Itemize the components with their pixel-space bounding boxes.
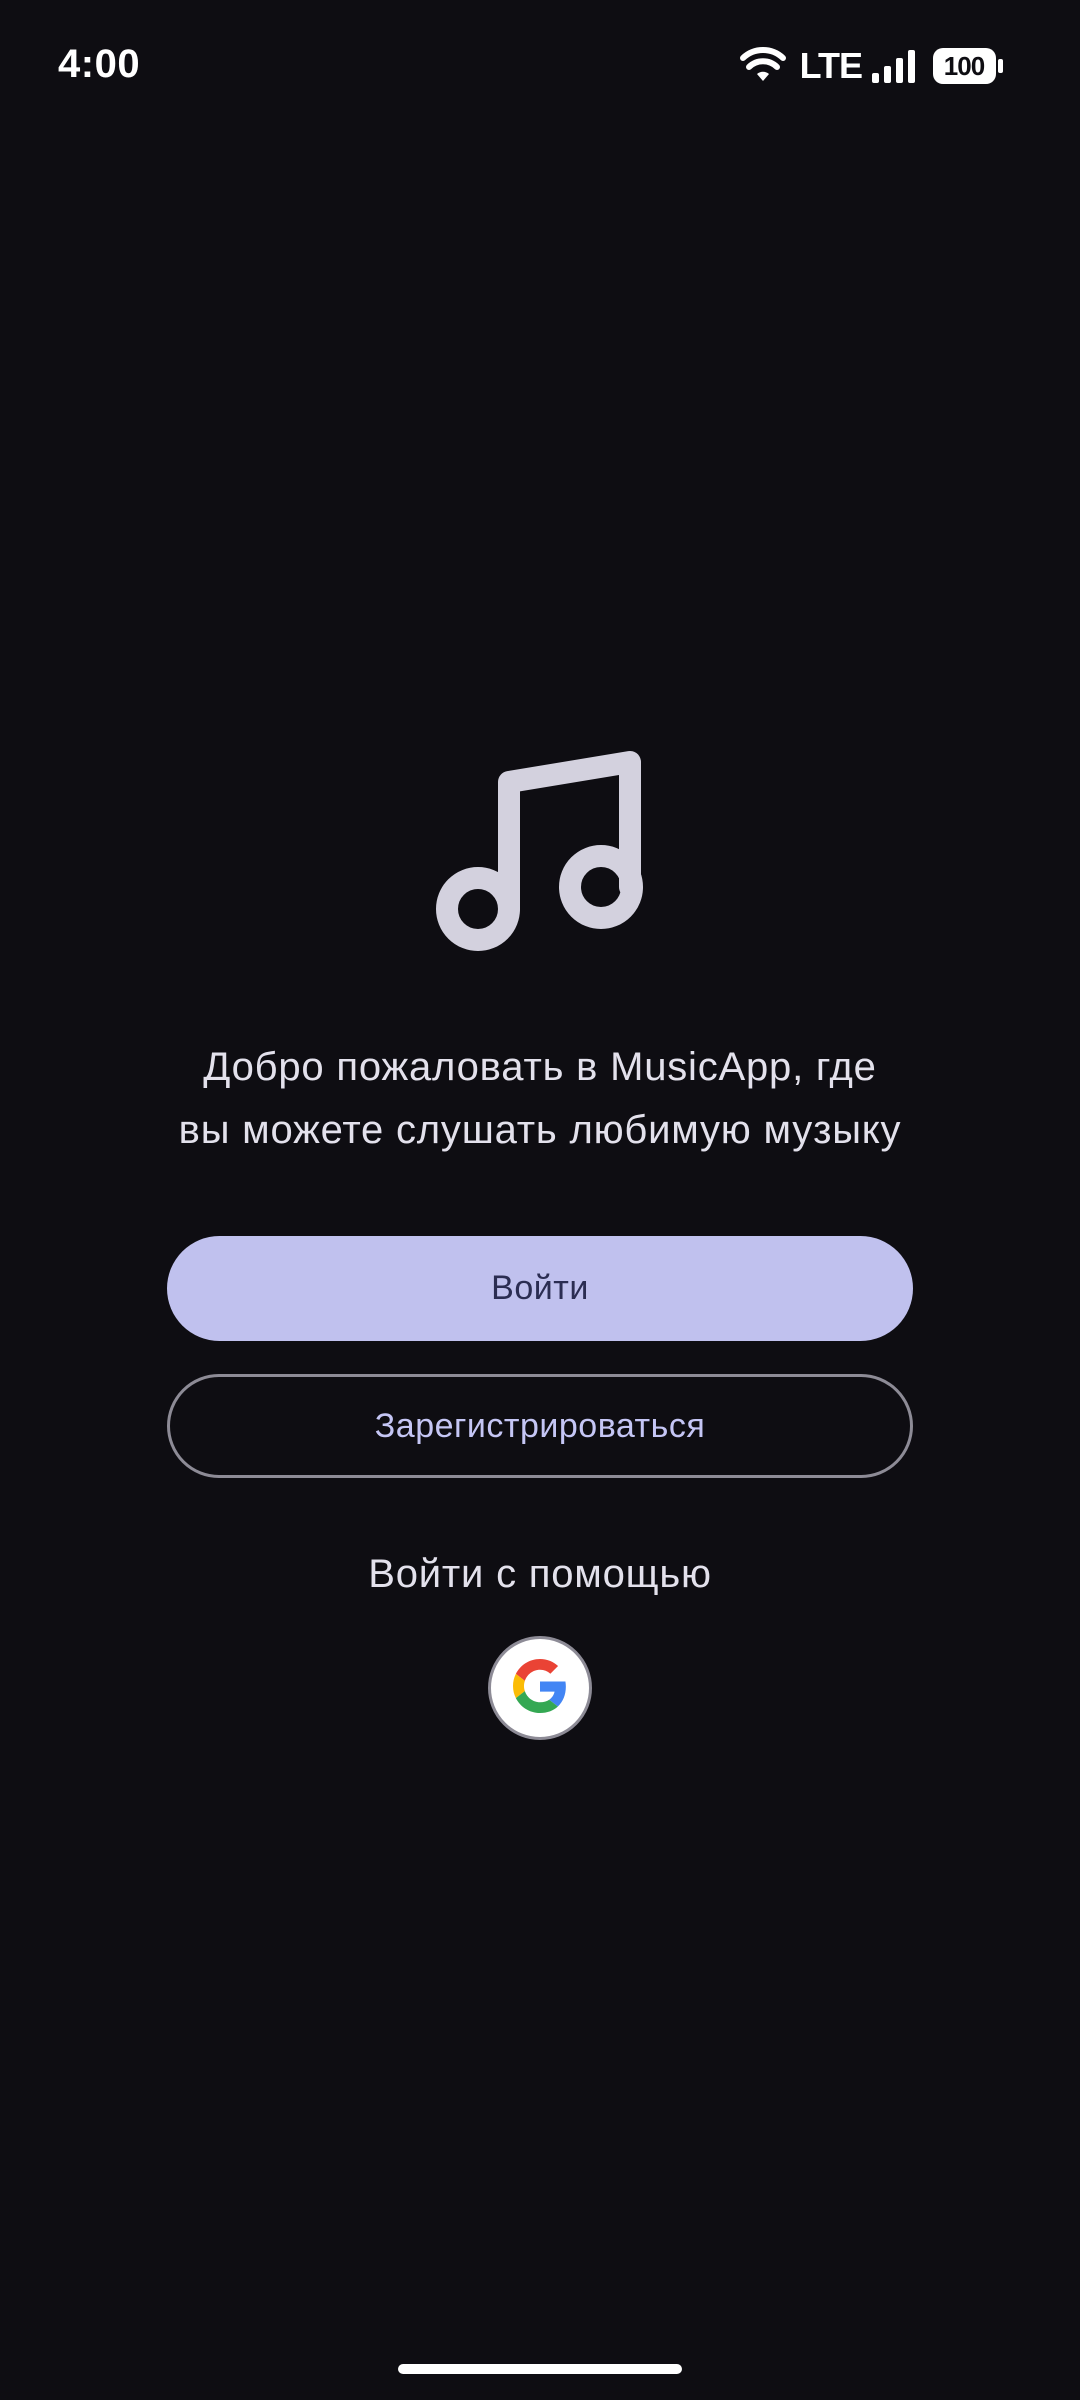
welcome-line-2: вы можете слушать любимую музыку xyxy=(178,1108,902,1152)
battery-level: 100 xyxy=(943,51,985,81)
register-button[interactable]: Зарегистрироваться xyxy=(167,1374,913,1478)
welcome-screen: 4:00 LTE 100 Добро пожаловать в MusicApp… xyxy=(0,0,1080,2400)
status-icons: LTE 100 xyxy=(739,44,1004,88)
home-indicator[interactable] xyxy=(398,2364,682,2374)
network-type-label: LTE xyxy=(799,45,863,86)
google-sign-in-button[interactable] xyxy=(488,1636,592,1740)
wifi-icon xyxy=(739,47,786,85)
social-login-label: Войти с помощью xyxy=(368,1552,712,1596)
google-icon xyxy=(513,1658,567,1718)
music-note-icon xyxy=(430,740,650,956)
welcome-message: Добро пожаловать в MusicApp, где вы може… xyxy=(90,1036,990,1162)
login-button[interactable]: Войти xyxy=(167,1236,913,1341)
status-time: 4:00 xyxy=(58,42,141,86)
battery-icon: 100 xyxy=(932,47,1004,85)
status-bar: 4:00 LTE 100 xyxy=(0,0,1080,134)
welcome-line-1: Добро пожаловать в MusicApp, где xyxy=(203,1045,877,1089)
signal-strength-icon xyxy=(872,49,916,83)
